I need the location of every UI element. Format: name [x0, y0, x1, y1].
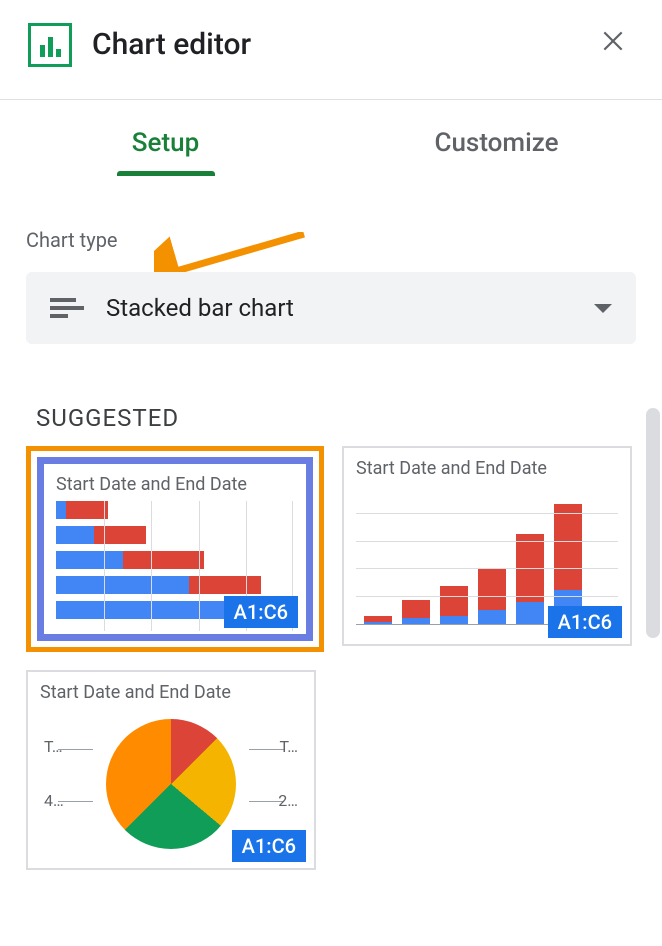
pie-label: 2… — [278, 791, 298, 810]
editor-header: Chart editor — [0, 0, 662, 89]
pie-label: T… — [44, 737, 63, 756]
chevron-down-icon — [594, 304, 612, 313]
suggested-card-pie[interactable]: Start Date and End Date T… T… 4… 2… A1:C… — [26, 670, 316, 870]
close-button[interactable] — [592, 20, 634, 69]
chart-type-dropdown[interactable]: Stacked bar chart — [26, 272, 636, 344]
mini-stacked-column-preview — [356, 485, 618, 625]
annotation-highlight-box: Start Date and End Date A1:C6 — [26, 446, 324, 652]
suggested-grid: Start Date and End Date A1:C6 — [26, 446, 636, 870]
range-badge: A1:C6 — [232, 830, 306, 862]
editor-title: Chart editor — [92, 27, 251, 62]
range-badge: A1:C6 — [548, 606, 622, 638]
stacked-bar-icon — [50, 298, 84, 318]
tab-customize[interactable]: Customize — [331, 100, 662, 176]
tabs: Setup Customize — [0, 100, 662, 176]
card-title: Start Date and End Date — [56, 474, 294, 495]
scrollbar-thumb[interactable] — [646, 408, 660, 638]
tab-setup[interactable]: Setup — [0, 100, 331, 176]
card-title: Start Date and End Date — [356, 458, 618, 479]
suggested-card-stacked-column[interactable]: Start Date and End Date A1:C6 — [342, 446, 632, 646]
pie-label: T… — [279, 737, 298, 756]
pie-label: 4… — [44, 791, 64, 810]
chart-type-selected: Stacked bar chart — [106, 294, 294, 322]
chart-editor-icon — [28, 23, 72, 67]
card-title: Start Date and End Date — [40, 682, 302, 703]
range-badge: A1:C6 — [224, 596, 298, 628]
chart-type-label: Chart type — [26, 228, 636, 252]
suggested-heading: SUGGESTED — [36, 404, 636, 432]
suggested-card-stacked-bar[interactable]: Start Date and End Date A1:C6 — [37, 457, 313, 641]
